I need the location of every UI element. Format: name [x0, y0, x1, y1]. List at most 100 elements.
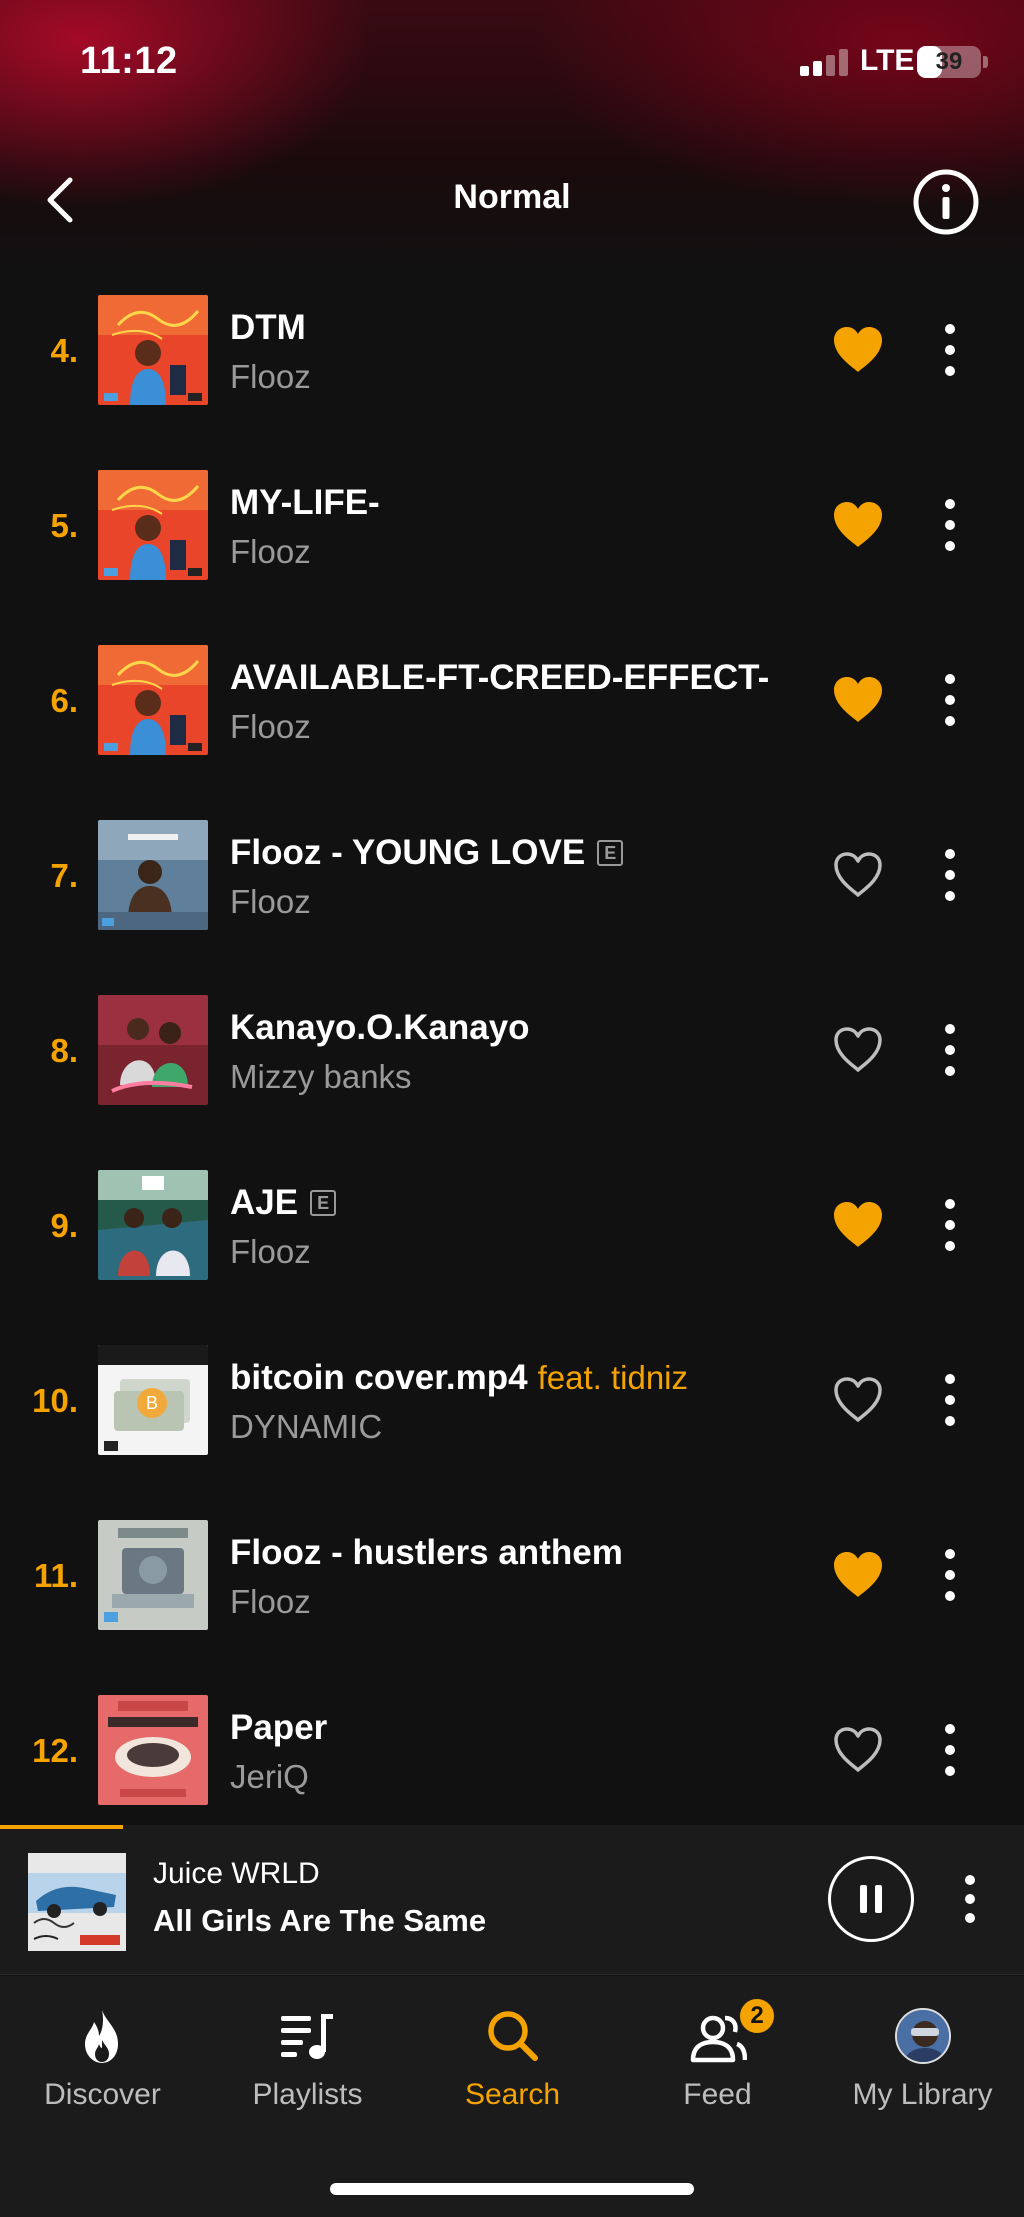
track-index: 9.	[50, 1207, 78, 1244]
track-title: Flooz - YOUNG LOVE	[230, 833, 586, 872]
track-row[interactable]: 8. Kanayo.O.Kanayo Mizzy banks	[0, 980, 1024, 1155]
home-indicator	[330, 2183, 694, 2195]
track-row[interactable]: 12. Paper JeriQ	[0, 1680, 1024, 1825]
track-row[interactable]: 9. AJE E Flooz	[0, 1155, 1024, 1330]
track-artwork: B	[98, 1345, 208, 1455]
track-title: AJE	[230, 1183, 299, 1222]
track-title-line: AVAILABLE-FT-CREED-EFFECT-	[230, 658, 790, 698]
track-row[interactable]: 7. Flooz - YOUNG LOVE E Flooz	[0, 805, 1024, 980]
pause-icon	[860, 1885, 867, 1913]
track-more-button[interactable]	[930, 668, 970, 732]
track-featuring: feat. tidniz	[537, 1359, 689, 1396]
track-index: 8.	[50, 1032, 78, 1069]
track-row[interactable]: 10. B bitcoin cover.mp4 feat. tidniz DYN…	[0, 1330, 1024, 1505]
tab-feed[interactable]: 2 Feed	[615, 1996, 820, 2126]
avatar-icon	[895, 2008, 951, 2064]
track-artwork	[98, 1520, 208, 1630]
track-artwork	[98, 645, 208, 755]
track-index: 10.	[32, 1382, 78, 1419]
playback-progress	[0, 1825, 1024, 1829]
track-row[interactable]: 4. DTM Flooz	[0, 280, 1024, 455]
tab-label: Discover	[44, 2078, 161, 2111]
heart-filled-icon	[834, 1202, 882, 1247]
tab-discover[interactable]: Discover	[0, 2006, 205, 2126]
like-button[interactable]	[828, 1545, 888, 1605]
track-more-button[interactable]	[930, 493, 970, 557]
track-artwork	[98, 995, 208, 1105]
track-more-button[interactable]	[930, 1368, 970, 1432]
track-artwork	[98, 1695, 208, 1805]
track-artist: Flooz	[230, 1233, 311, 1270]
tab-label: Feed	[683, 2078, 752, 2111]
header: Normal	[0, 150, 1024, 250]
track-more-button[interactable]	[930, 318, 970, 382]
like-button[interactable]	[828, 1370, 888, 1430]
track-artist: DYNAMIC	[230, 1408, 383, 1445]
flame-icon	[85, 2010, 118, 2063]
track-index: 7.	[50, 857, 78, 894]
now-playing-artwork	[28, 1853, 126, 1951]
track-title: Kanayo.O.Kanayo	[230, 1008, 530, 1047]
track-title-line: Kanayo.O.Kanayo	[230, 1008, 790, 1048]
track-row[interactable]: 6. AVAILABLE-FT-CREED-EFFECT- Flooz	[0, 630, 1024, 805]
track-title: AVAILABLE-FT-CREED-EFFECT-	[230, 658, 770, 697]
track-artwork	[98, 1170, 208, 1280]
track-title-line: Flooz - hustlers anthem	[230, 1533, 790, 1573]
track-artist: Mizzy banks	[230, 1058, 412, 1095]
track-index: 4.	[50, 332, 78, 369]
battery-level: 39	[935, 48, 963, 75]
track-artist: JeriQ	[230, 1758, 309, 1795]
like-button[interactable]	[828, 845, 888, 905]
track-more-button[interactable]	[930, 843, 970, 907]
track-artwork	[98, 820, 208, 930]
track-artwork	[98, 470, 208, 580]
like-button[interactable]	[828, 1020, 888, 1080]
track-title-line: Paper	[230, 1708, 790, 1748]
track-row[interactable]: 5. MY-LIFE- Flooz	[0, 455, 1024, 630]
track-artist: Flooz	[230, 883, 311, 920]
now-playing-title: All Girls Are The Same	[153, 1903, 487, 1938]
heart-outline-icon	[834, 1027, 882, 1072]
status-bar: 11:12 LTE 39	[0, 0, 1024, 120]
track-title: DTM	[230, 308, 306, 347]
track-title: bitcoin cover.mp4	[230, 1358, 528, 1397]
track-more-button[interactable]	[930, 1193, 970, 1257]
tab-playlists[interactable]: Playlists	[205, 2006, 410, 2126]
now-playing-artist: Juice WRLD	[153, 1857, 320, 1890]
track-index: 6.	[50, 682, 78, 719]
track-row[interactable]: 11. Flooz - hustlers anthem Flooz	[0, 1505, 1024, 1680]
mini-player[interactable]: Juice WRLD All Girls Are The Same	[0, 1825, 1024, 1975]
track-title: MY-LIFE-	[230, 483, 380, 522]
like-button[interactable]	[828, 320, 888, 380]
battery-icon: 39	[917, 46, 981, 78]
explicit-badge: E	[310, 1190, 337, 1216]
track-more-button[interactable]	[930, 1018, 970, 1082]
track-more-button[interactable]	[930, 1718, 970, 1782]
info-icon	[913, 169, 979, 235]
track-index: 12.	[32, 1732, 78, 1769]
tab-label: Playlists	[252, 2078, 363, 2111]
like-button[interactable]	[828, 670, 888, 730]
track-artist: Flooz	[230, 708, 311, 745]
track-more-button[interactable]	[930, 1543, 970, 1607]
track-artwork	[98, 295, 208, 405]
tab-search[interactable]: Search	[410, 2006, 615, 2126]
like-button[interactable]	[828, 1720, 888, 1780]
track-title-line: DTM	[230, 308, 790, 348]
like-button[interactable]	[828, 1195, 888, 1255]
info-button[interactable]	[912, 168, 980, 236]
like-button[interactable]	[828, 495, 888, 555]
page-title: Normal	[453, 178, 571, 216]
now-playing-more-button[interactable]	[950, 1871, 990, 1927]
pause-button[interactable]	[828, 1856, 914, 1942]
track-artist: Flooz	[230, 1583, 311, 1620]
tab-my-library[interactable]: My Library	[820, 2006, 1024, 2126]
heart-filled-icon	[834, 677, 882, 722]
tab-label: Search	[464, 2078, 561, 2111]
heart-filled-icon	[834, 327, 882, 372]
heart-filled-icon	[834, 502, 882, 547]
playback-progress-fill	[0, 1825, 123, 1829]
svg-text:B: B	[146, 1393, 158, 1413]
track-index: 5.	[50, 507, 78, 544]
network-type: LTE	[860, 44, 915, 77]
